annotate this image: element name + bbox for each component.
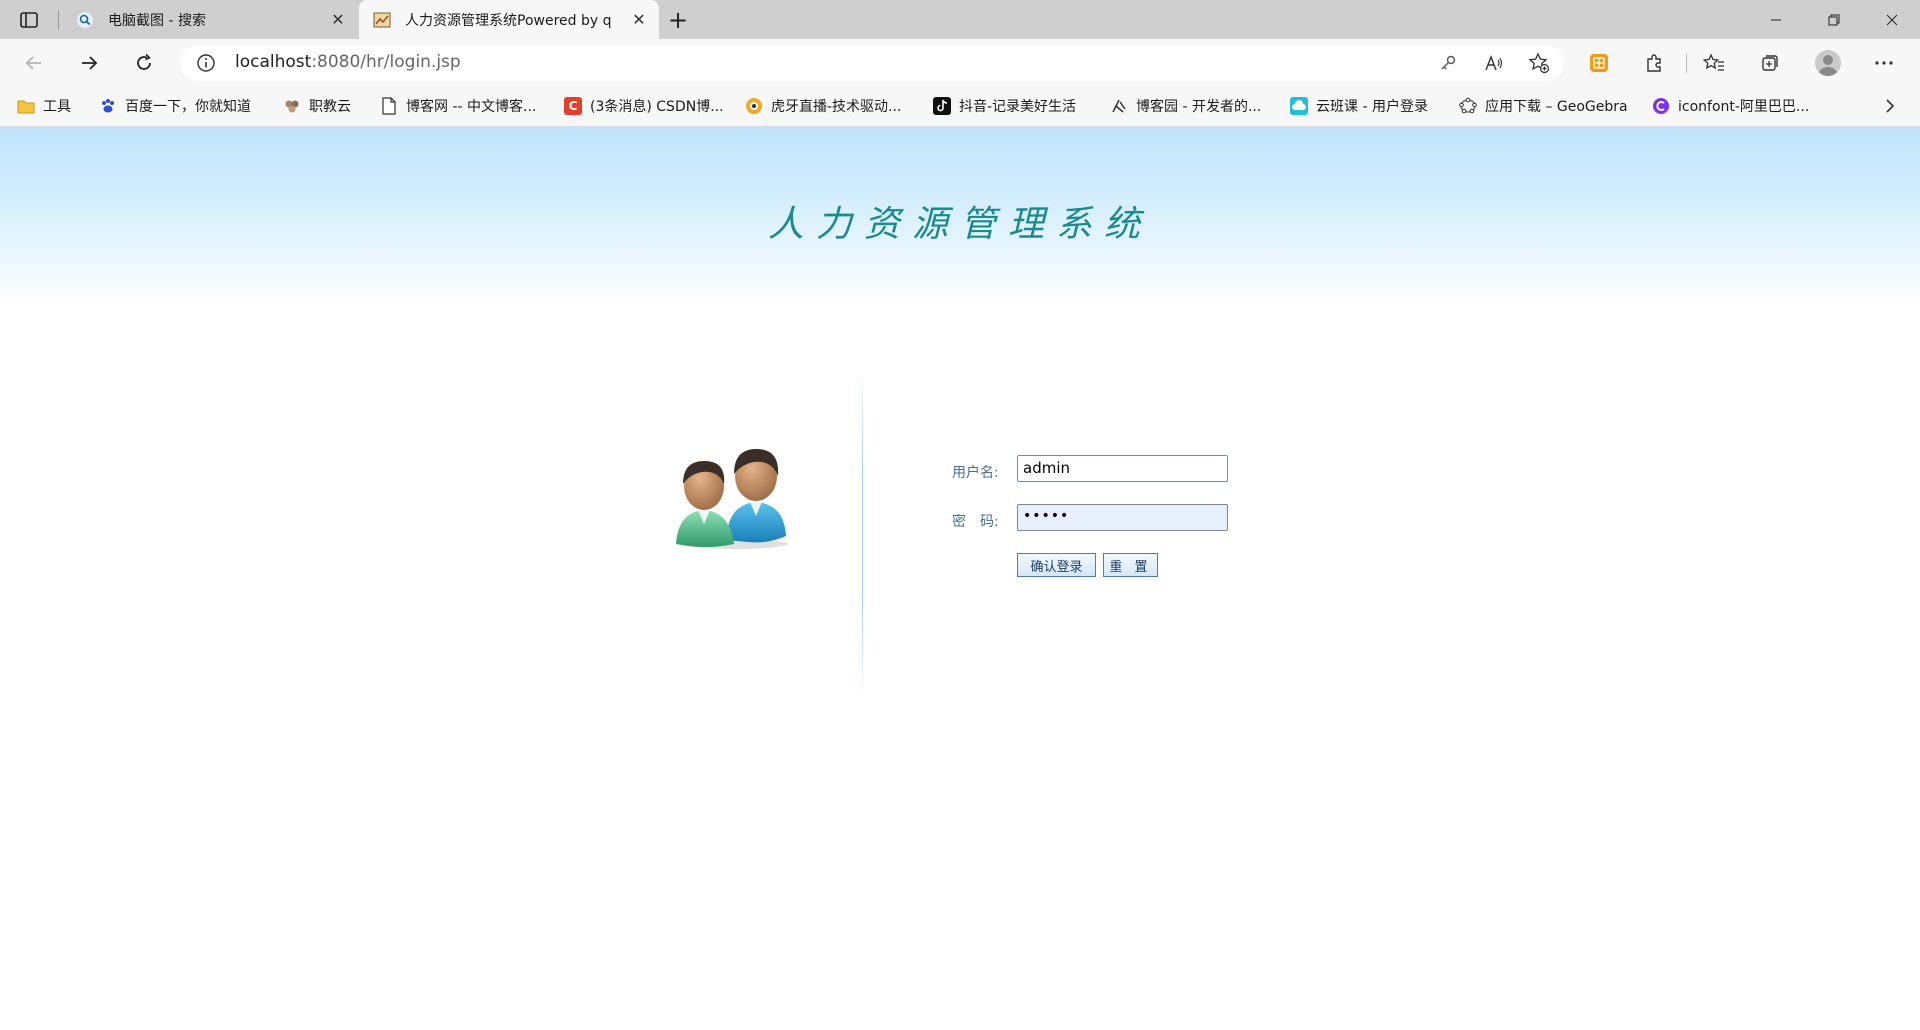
password-label: 密 码: xyxy=(952,514,999,530)
page-icon xyxy=(380,97,398,115)
tab-actions-icon[interactable] xyxy=(18,9,40,31)
tab-title: 人力资源管理系统Powered by q xyxy=(405,12,612,29)
username-input[interactable]: admin xyxy=(1017,455,1228,482)
url-path: :8080/hr/login.jsp xyxy=(311,52,461,72)
bookmark-item[interactable]: 博客园 - 开发者的... xyxy=(1110,92,1261,120)
users-icon xyxy=(668,432,798,550)
minimize-icon[interactable] xyxy=(1748,0,1804,39)
tab-title: 电脑截图 - 搜索 xyxy=(108,12,206,29)
extensions-icon[interactable] xyxy=(1640,49,1668,77)
url-host: localhost xyxy=(235,52,312,72)
bookmark-item[interactable]: iconfont-阿里巴巴... xyxy=(1652,92,1809,120)
bookmark-label: 职教云 xyxy=(309,99,351,115)
baidu-icon xyxy=(99,97,117,115)
collections-orange-icon[interactable] xyxy=(1585,49,1613,77)
bookmark-label: iconfont-阿里巴巴... xyxy=(1678,99,1810,115)
bookmark-label: 抖音-记录美好生活 xyxy=(959,99,1077,115)
collections-icon[interactable] xyxy=(1756,49,1784,77)
bookmark-item[interactable]: 职教云 xyxy=(283,92,351,120)
bookmark-item[interactable]: 抖音-记录美好生活 xyxy=(933,92,1076,120)
favorites-icon[interactable] xyxy=(1700,49,1728,77)
iconfont-icon xyxy=(1652,97,1670,115)
url-text[interactable]: localhost:8080/hr/login.jsp xyxy=(235,52,461,72)
restore-icon[interactable] xyxy=(1806,0,1862,39)
read-aloud-icon[interactable] xyxy=(1480,49,1508,77)
close-tab-icon[interactable]: ✕ xyxy=(326,8,350,32)
bookmark-item[interactable]: 应用下载 – GeoGebra xyxy=(1459,92,1628,120)
bookmark-item[interactable]: 工具 xyxy=(17,92,71,120)
login-button[interactable]: 确认登录 xyxy=(1017,553,1096,577)
username-label: 用户名: xyxy=(952,465,999,481)
bookmark-label: 百度一下，你就知道 xyxy=(125,99,251,115)
tab-search[interactable]: 电脑截图 - 搜索 ✕ xyxy=(62,0,358,39)
more-options-icon[interactable] xyxy=(1870,49,1898,77)
close-window-icon[interactable] xyxy=(1864,0,1920,39)
search-favicon-icon xyxy=(76,11,94,29)
chevron-right-icon[interactable] xyxy=(1878,94,1902,118)
bookmark-item[interactable]: 云班课 - 用户登录 xyxy=(1290,92,1428,120)
new-tab-button[interactable]: + xyxy=(664,6,692,34)
add-favorite-icon[interactable] xyxy=(1525,49,1553,77)
huya-icon xyxy=(745,97,763,115)
password-key-icon[interactable] xyxy=(1434,49,1462,77)
tab-hr-login[interactable]: 人力资源管理系统Powered by q ✕ xyxy=(359,0,659,39)
bookmark-label: 博客网 -- 中文博客... xyxy=(406,99,537,115)
bookmark-item[interactable]: C (3条消息) CSDN博... xyxy=(564,92,724,120)
password-input[interactable]: ••••• xyxy=(1017,504,1228,531)
csdn-icon: C xyxy=(564,97,582,115)
cnblogs-icon xyxy=(1110,97,1128,115)
bookmark-label: 博客园 - 开发者的... xyxy=(1136,99,1262,115)
bookmark-label: (3条消息) CSDN博... xyxy=(590,99,724,115)
zhijiaoyun-icon xyxy=(283,97,301,115)
bookmark-label: 应用下载 – GeoGebra xyxy=(1485,99,1628,115)
bookmark-item[interactable]: 百度一下，你就知道 xyxy=(99,92,251,120)
back-arrow-icon[interactable] xyxy=(18,47,50,79)
yunbanke-icon xyxy=(1290,97,1308,115)
geogebra-icon xyxy=(1459,97,1477,115)
bookmark-item[interactable]: 虎牙直播-技术驱动... xyxy=(745,92,901,120)
divider-line xyxy=(862,370,863,700)
bookmark-label: 云班课 - 用户登录 xyxy=(1316,99,1428,115)
refresh-icon[interactable] xyxy=(128,47,160,79)
folder-icon xyxy=(17,97,35,115)
reset-button[interactable]: 重 置 xyxy=(1103,553,1158,577)
profile-avatar-icon[interactable] xyxy=(1815,50,1841,76)
forward-arrow-icon[interactable] xyxy=(73,47,105,79)
page-title: 人力资源管理系统 xyxy=(767,204,1152,245)
bookmark-label: 工具 xyxy=(43,99,71,115)
app-favicon-icon xyxy=(373,11,391,29)
close-tab-icon[interactable]: ✕ xyxy=(627,8,651,32)
site-info-icon[interactable] xyxy=(196,53,216,73)
toolbar-divider xyxy=(1686,53,1687,73)
douyin-icon xyxy=(933,97,951,115)
bookmark-label: 虎牙直播-技术驱动... xyxy=(771,99,902,115)
bookmark-item[interactable]: 博客网 -- 中文博客... xyxy=(380,92,536,120)
tab-separator xyxy=(58,10,59,30)
